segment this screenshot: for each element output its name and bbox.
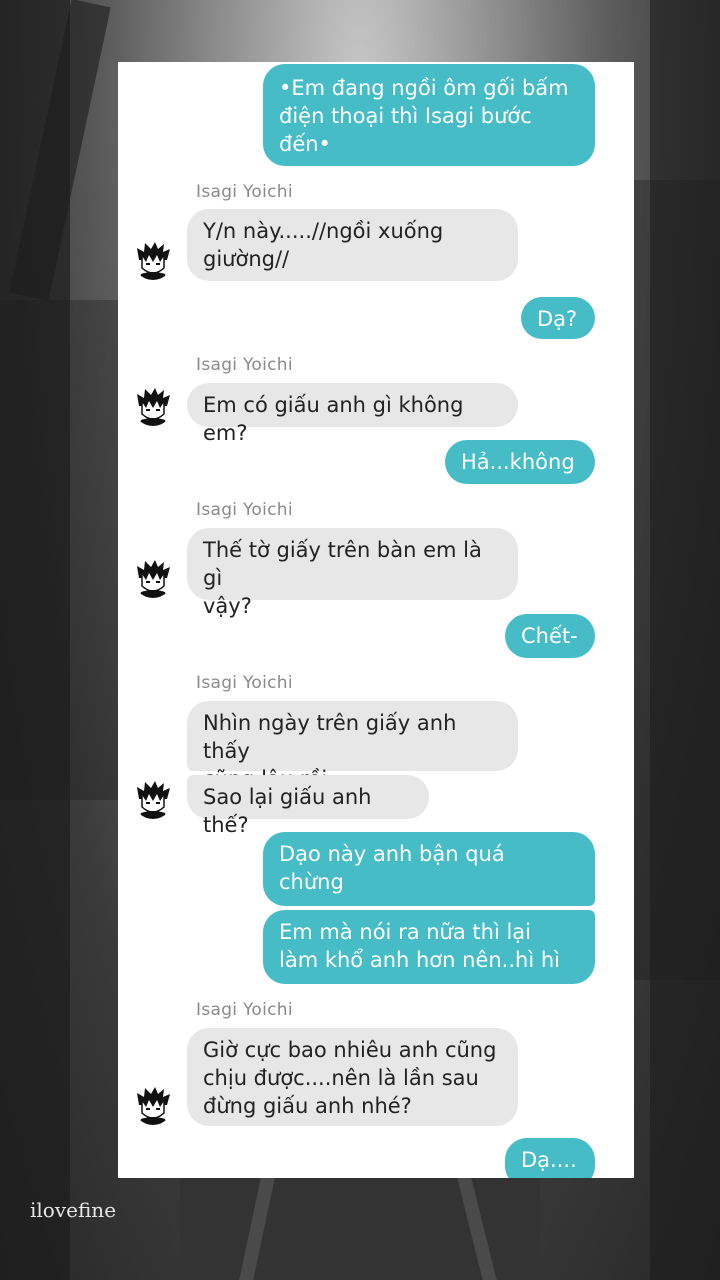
incoming-message[interactable]: Em có giấu anh gì không em? <box>187 383 518 445</box>
anime-boy-avatar-icon[interactable] <box>133 558 173 598</box>
sender-name: Isagi Yoichi <box>196 673 293 693</box>
outgoing-message[interactable]: Dạo này anh bận quá chừng <box>263 832 595 906</box>
anime-boy-avatar-icon[interactable] <box>133 779 173 819</box>
anime-boy-avatar-icon[interactable] <box>133 1085 173 1125</box>
outgoing-message[interactable]: Chết- <box>505 614 595 658</box>
sender-name: Isagi Yoichi <box>196 355 293 375</box>
sender-name: Isagi Yoichi <box>196 182 293 202</box>
sender-name: Isagi Yoichi <box>196 1000 293 1020</box>
incoming-message[interactable]: Y/n này.....//ngồi xuống giường// <box>187 209 518 281</box>
incoming-message[interactable]: Thế tờ giấy trên bàn em là gì vậy? <box>187 528 518 618</box>
watermark: ilovefine <box>30 1198 117 1222</box>
outgoing-message[interactable]: Dạ? <box>521 297 595 339</box>
anime-boy-avatar-icon[interactable] <box>133 240 173 280</box>
outgoing-message[interactable]: •Em đang ngồi ôm gối bấm điện thoại thì … <box>263 64 595 166</box>
sender-name: Isagi Yoichi <box>196 500 293 520</box>
chat-panel: •Em đang ngồi ôm gối bấm điện thoại thì … <box>118 62 634 1178</box>
incoming-message[interactable]: Nhìn ngày trên giấy anh thấy cũng lâu rồ… <box>187 701 518 791</box>
anime-boy-avatar-icon[interactable] <box>133 386 173 426</box>
outgoing-message[interactable]: Dạ.... <box>505 1138 595 1178</box>
incoming-message[interactable]: Sao lại giấu anh thế? <box>187 775 429 837</box>
outgoing-message[interactable]: Hả...không <box>445 440 595 484</box>
incoming-message[interactable]: Giờ cực bao nhiêu anh cũng chịu được....… <box>187 1028 518 1126</box>
outgoing-message[interactable]: Em mà nói ra nữa thì lại làm khổ anh hơn… <box>263 910 595 984</box>
